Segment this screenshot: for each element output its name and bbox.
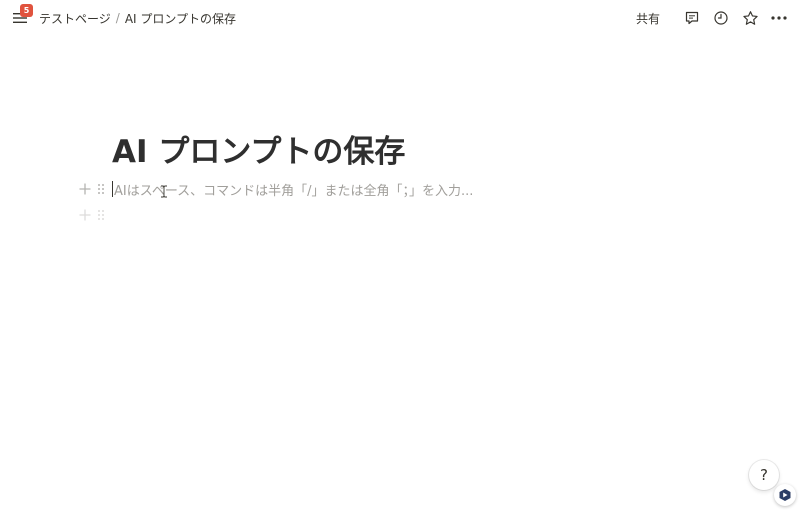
page-root: 5 テストページ / AI プロンプトの保存 共有 AI プロンプトの保存 AI… xyxy=(0,0,800,510)
plus-icon xyxy=(79,209,91,221)
block-handle xyxy=(78,206,112,224)
top-actions: 共有 xyxy=(630,7,790,30)
text-caret xyxy=(112,181,113,197)
star-icon xyxy=(742,10,758,25)
extension-button[interactable] xyxy=(774,484,796,506)
breadcrumb-item-parent[interactable]: テストページ xyxy=(36,8,114,29)
favorite-button[interactable] xyxy=(739,7,761,29)
empty-block xyxy=(78,205,112,225)
help-button[interactable]: ? xyxy=(749,460,779,490)
notification-badge: 5 xyxy=(20,4,33,17)
breadcrumb-item-current[interactable]: AI プロンプトの保存 xyxy=(122,8,239,29)
text-block: AIはスペース、コマンドは半角「/」または全角「；」を入力... xyxy=(78,179,473,199)
breadcrumb: テストページ / AI プロンプトの保存 xyxy=(36,8,239,29)
comment-icon xyxy=(685,11,699,25)
top-bar: 5 テストページ / AI プロンプトの保存 共有 xyxy=(0,0,800,36)
drag-handle[interactable] xyxy=(96,180,106,198)
clock-icon xyxy=(714,11,728,25)
drag-handle-icon xyxy=(98,184,104,194)
sidebar-toggle[interactable]: 5 xyxy=(12,4,33,26)
updates-button[interactable] xyxy=(710,7,732,29)
extension-icon xyxy=(779,489,791,501)
comment-button[interactable] xyxy=(681,7,703,29)
text-cursor-icon xyxy=(161,185,167,198)
drag-handle[interactable] xyxy=(96,206,106,224)
plus-icon xyxy=(79,183,91,195)
more-icon xyxy=(771,16,787,20)
help-label: ? xyxy=(760,466,768,484)
block-handle xyxy=(78,180,112,198)
add-block-button[interactable] xyxy=(78,180,92,198)
add-block-button[interactable] xyxy=(78,206,92,224)
page-title[interactable]: AI プロンプトの保存 xyxy=(112,126,405,171)
more-button[interactable] xyxy=(768,7,790,29)
breadcrumb-separator: / xyxy=(115,11,120,25)
drag-handle-icon xyxy=(98,210,104,220)
share-button[interactable]: 共有 xyxy=(630,7,666,30)
